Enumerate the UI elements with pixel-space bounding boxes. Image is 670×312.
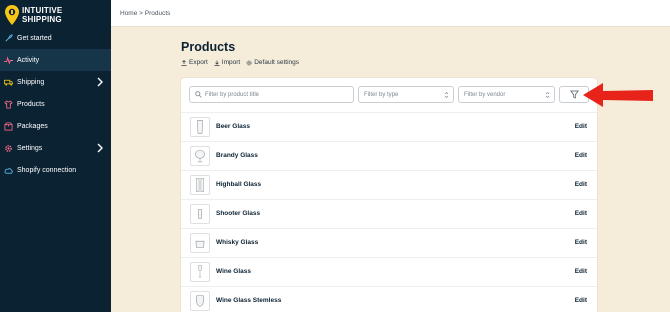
product-thumbnail	[190, 262, 210, 282]
rocket-icon	[4, 33, 13, 43]
product-thumbnail	[190, 175, 210, 195]
product-thumbnail	[190, 233, 210, 253]
cloud-icon	[4, 166, 13, 175]
whisky-glass-icon	[195, 240, 205, 248]
shirt-icon	[4, 99, 13, 109]
page-title: Products	[181, 40, 236, 54]
product-row[interactable]: Wine Glass Edit	[181, 257, 597, 286]
import-button[interactable]: Import	[214, 59, 240, 66]
sidebar-item-shipping[interactable]: Shipping	[0, 71, 111, 93]
select-caret-icon	[545, 92, 550, 98]
upload-icon	[181, 59, 187, 66]
product-row[interactable]: Brandy Glass Edit	[181, 141, 597, 170]
product-name[interactable]: Beer Glass	[216, 123, 250, 130]
products-card: Filter by product title Filter by type F…	[181, 78, 597, 312]
product-row[interactable]: Whisky Glass Edit	[181, 228, 597, 257]
search-icon	[195, 91, 202, 98]
chevron-right-icon	[97, 143, 103, 153]
product-thumbnail	[190, 204, 210, 224]
product-name[interactable]: Highball Glass	[216, 181, 261, 188]
edit-product-link[interactable]: Edit	[575, 123, 587, 130]
search-placeholder: Filter by product title	[205, 91, 260, 98]
annotation-arrow-icon	[583, 83, 653, 107]
sidebar-item-settings[interactable]: Settings	[0, 137, 111, 159]
edit-product-link[interactable]: Edit	[575, 181, 587, 188]
shooter-glass-icon	[197, 209, 203, 219]
sidebar-item-label: Activity	[17, 56, 40, 64]
edit-product-link[interactable]: Edit	[575, 268, 587, 275]
sidebar-item-get-started[interactable]: Get started	[0, 27, 111, 49]
vendor-filter-select[interactable]: Filter by vendor	[458, 86, 555, 103]
box-icon	[4, 121, 13, 131]
sidebar-item-label: Shipping	[17, 78, 45, 86]
product-row[interactable]: Beer Glass Edit	[181, 112, 597, 141]
brand-logo[interactable]: INTUITIVE SHIPPING	[5, 5, 109, 25]
product-row[interactable]: Wine Glass Stemless Edit	[181, 286, 597, 312]
vendor-filter-placeholder: Filter by vendor	[464, 91, 506, 98]
beer-glass-icon	[197, 120, 203, 134]
sidebar-item-label: Shopify connection	[17, 166, 77, 174]
highball-glass-icon	[196, 178, 204, 192]
product-name[interactable]: Shooter Glass	[216, 210, 260, 217]
sidebar-item-activity[interactable]: Activity	[0, 49, 111, 71]
product-name[interactable]: Whisky Glass	[216, 239, 258, 246]
stemless-wine-glass-icon	[196, 295, 204, 307]
sidebar-item-label: Packages	[17, 122, 48, 130]
select-caret-icon	[444, 92, 449, 98]
type-filter-select[interactable]: Filter by type	[358, 86, 454, 103]
activity-icon	[4, 55, 13, 65]
brand-name: INTUITIVE SHIPPING	[22, 6, 63, 24]
export-label: Export	[189, 59, 208, 66]
sidebar: INTUITIVE SHIPPING Get started Activity …	[0, 0, 111, 312]
default-settings-button[interactable]: Default settings	[246, 59, 299, 66]
product-thumbnail	[190, 117, 210, 137]
brandy-glass-icon	[195, 149, 205, 163]
sidebar-item-label: Settings	[17, 144, 43, 152]
top-bar: Home > Products	[111, 0, 670, 27]
page-actions: Export Import Default settings	[181, 59, 299, 66]
import-label: Import	[221, 59, 241, 66]
sidebar-item-products[interactable]: Products	[0, 93, 111, 115]
edit-product-link[interactable]: Edit	[575, 297, 587, 304]
type-filter-placeholder: Filter by type	[364, 91, 399, 98]
gear-icon	[246, 60, 252, 65]
product-row[interactable]: Highball Glass Edit	[181, 170, 597, 199]
breadcrumb[interactable]: Home > Products	[120, 10, 170, 17]
sidebar-item-label: Get started	[17, 34, 52, 42]
edit-product-link[interactable]: Edit	[575, 239, 587, 246]
product-thumbnail	[190, 146, 210, 166]
edit-product-link[interactable]: Edit	[575, 210, 587, 217]
product-list: Beer Glass Edit Brandy Glass Edit Highba…	[181, 112, 597, 312]
search-input[interactable]: Filter by product title	[189, 86, 354, 103]
sidebar-nav: Get started Activity Shipping Products P…	[0, 27, 111, 181]
product-thumbnail	[190, 291, 210, 311]
edit-product-link[interactable]: Edit	[575, 152, 587, 159]
download-icon	[214, 60, 220, 66]
wine-glass-icon	[197, 265, 203, 278]
filter-bar: Filter by product title Filter by type F…	[189, 86, 589, 104]
truck-icon	[4, 78, 13, 87]
product-name[interactable]: Wine Glass Stemless	[216, 297, 281, 304]
default-settings-label: Default settings	[254, 59, 300, 66]
sidebar-item-packages[interactable]: Packages	[0, 115, 111, 137]
sidebar-item-shopify-connection[interactable]: Shopify connection	[0, 159, 111, 181]
location-pin-icon	[5, 5, 19, 25]
product-row[interactable]: Shooter Glass Edit	[181, 199, 597, 228]
product-name[interactable]: Brandy Glass	[216, 152, 258, 159]
chevron-right-icon	[97, 77, 103, 87]
product-name[interactable]: Wine Glass	[216, 268, 251, 275]
export-button[interactable]: Export	[181, 59, 208, 66]
gear-icon	[4, 144, 13, 153]
sidebar-item-label: Products	[17, 100, 45, 108]
filter-icon	[569, 90, 579, 99]
